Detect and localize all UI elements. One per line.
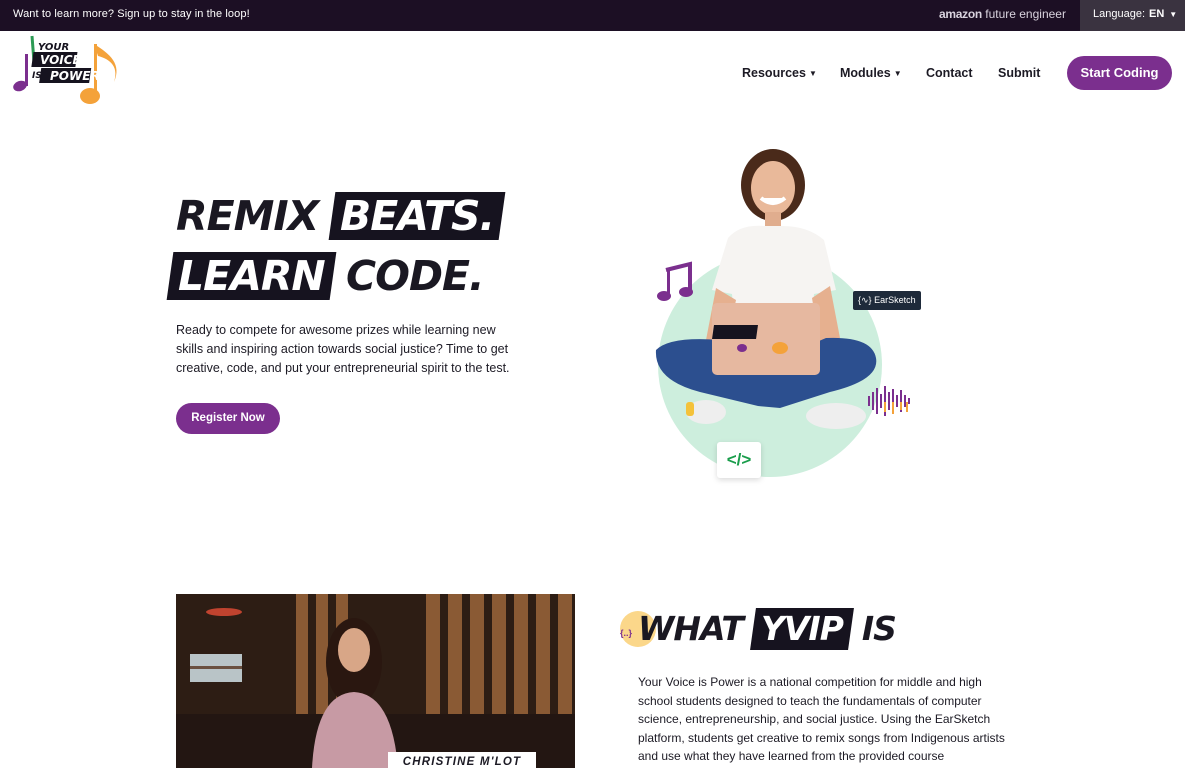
partner-suffix: future engineer [985,7,1066,21]
chevron-down-icon: ▼ [893,69,902,78]
partner-prefix: amazon [939,7,982,21]
nav-modules-label: Modules [840,66,891,80]
section-heading-what-yvip-is: WHAT YVIP IS [618,608,897,650]
about-description: Your Voice is Power is a national compet… [638,675,1005,763]
headline-code: CODE. [346,252,485,300]
signup-link[interactable]: Want to learn more? Sign up to stay in t… [13,8,250,20]
language-selector[interactable]: Language: EN ▼ [1080,0,1185,31]
headline-beats: BEATS. [339,192,494,240]
video-frame-illustration [176,594,575,768]
video-caption: CHRISTINE M'LOT [388,752,536,768]
amazon-future-engineer-logo: amazon future engineer [939,7,1066,21]
heading-what: WHAT [638,609,744,648]
heading-is: IS [861,609,897,648]
chevron-down-icon: ▼ [808,69,817,78]
heading-yvip: YVIP [761,609,844,648]
code-brackets-icon: </> [717,442,761,478]
music-note-icon [657,261,693,301]
heading-yvip-box: YVIP [750,608,855,650]
nav-contact[interactable]: Contact [926,66,973,80]
earsketch-label: EarSketch [874,295,916,305]
start-coding-button[interactable]: Start Coding [1067,56,1172,90]
your-voice-is-power-logo[interactable]: YOUR VOICE IS POWER [10,34,122,110]
logo-text-your: YOUR [38,42,69,53]
register-now-button[interactable]: Register Now [176,403,280,434]
logo-text-voice: VOICE [40,53,82,67]
headline-learn-box: LEARN [166,252,337,300]
hero-intro: Ready to compete for awesome prizes whil… [176,323,510,375]
chevron-down-icon: ▼ [1169,10,1178,19]
hero-illustration [655,149,910,477]
language-code: EN [1149,8,1165,20]
logo-text-power: POWER [50,69,100,83]
headline-learn: LEARN [178,252,325,300]
earsketch-glyph: {∿} [858,295,872,305]
video-thumbnail[interactable] [176,594,575,768]
earsketch-tag: {∿} EarSketch [853,291,921,310]
headline-beats-box: BEATS. [328,192,506,240]
headline-remix: REMIX [176,192,319,240]
nav-modules[interactable]: Modules ▼ [840,66,902,80]
language-label: Language: [1093,8,1145,20]
nav-submit[interactable]: Submit [998,66,1040,80]
nav-resources-label: Resources [742,66,806,80]
announcement-bar: Want to learn more? Sign up to stay in t… [0,0,1185,31]
nav-resources[interactable]: Resources ▼ [742,66,817,80]
